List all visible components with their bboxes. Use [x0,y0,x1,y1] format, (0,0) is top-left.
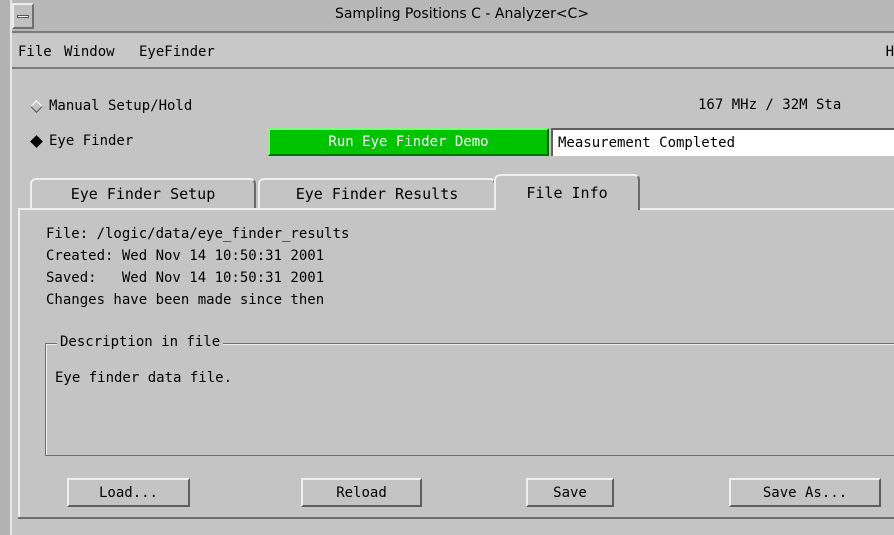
radio-unselected-icon [30,99,43,113]
tab-eye-finder-setup[interactable]: Eye Finder Setup [30,178,256,208]
menu-window[interactable]: Window [64,44,115,60]
changes-note: Changes have been made since then [46,292,325,308]
tab-file-info[interactable]: File Info [494,174,640,210]
run-eye-finder-demo-button[interactable]: Run Eye Finder Demo [268,128,549,156]
radio-eye-finder-label: Eye Finder [49,133,134,149]
load-button[interactable]: Load... [67,478,190,507]
save-as-button[interactable]: Save As... [729,478,881,507]
radio-eye-finder[interactable]: Eye Finder [30,133,134,149]
radio-manual-setup-hold[interactable]: Manual Setup/Hold [30,98,193,114]
menu-help[interactable]: H [886,44,894,60]
radio-manual-label: Manual Setup/Hold [49,98,193,114]
analyzer-window: Sampling Positions C - Analyzer<C> File … [10,0,894,535]
save-button[interactable]: Save [526,478,614,507]
sample-rate-readout: 167 MHz / 32M Sta [698,97,842,113]
reload-button[interactable]: Reload [301,478,422,507]
tab-eye-finder-results[interactable]: Eye Finder Results [258,178,496,208]
file-path: File: /logic/data/eye_finder_results [46,226,350,242]
window-menu-icon [17,14,29,18]
title-bar[interactable]: Sampling Positions C - Analyzer<C> [12,0,894,33]
window-title: Sampling Positions C - Analyzer<C> [334,6,590,22]
description-text[interactable]: Eye finder data file. [55,370,232,386]
description-group-title: Description in file [57,334,224,350]
description-groupbox [45,343,894,456]
measurement-status-field: Measurement Completed [551,128,894,156]
menu-eyefinder[interactable]: EyeFinder [139,44,215,60]
window-menu-button[interactable] [12,3,34,29]
radio-selected-icon [30,134,43,148]
saved-date: Saved: Wed Nov 14 10:50:31 2001 [46,270,325,286]
created-date: Created: Wed Nov 14 10:50:31 2001 [46,248,325,264]
panel-divider [18,517,894,519]
menu-file[interactable]: File [18,44,52,60]
menu-bar: File Window EyeFinder H [12,35,894,69]
